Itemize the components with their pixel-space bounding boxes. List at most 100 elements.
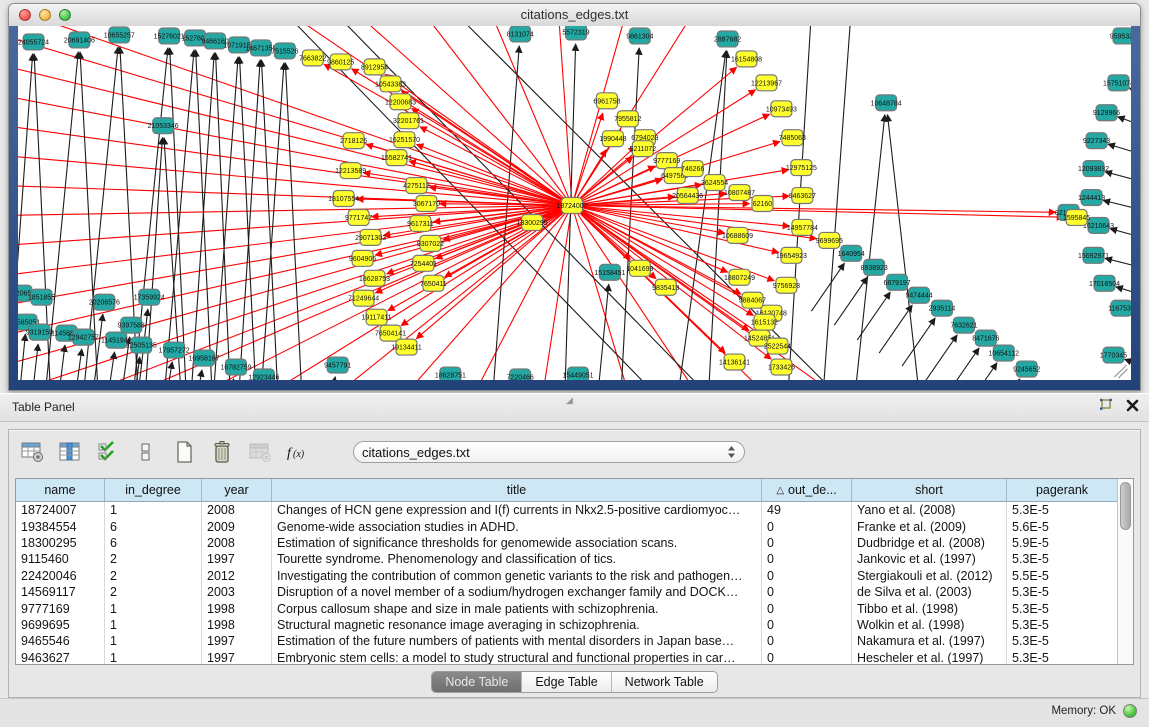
- delete-column-icon[interactable]: [209, 439, 235, 465]
- graph-node[interactable]: 2718126: [340, 133, 367, 149]
- graph-node[interactable]: 5572319: [562, 26, 589, 40]
- graph-node[interactable]: 19654923: [776, 247, 807, 263]
- graph-node[interactable]: 15449051: [562, 367, 593, 380]
- table-row[interactable]: 1830029562008Estimation of significance …: [16, 535, 1117, 551]
- graph-node[interactable]: 7663822: [299, 50, 326, 66]
- column-header-name[interactable]: name: [16, 479, 105, 501]
- graph-node[interactable]: 7254401: [410, 255, 437, 271]
- graph-node[interactable]: 12093832: [1078, 161, 1109, 177]
- table-row[interactable]: 911546021997Tourette syndrome. Phenomeno…: [16, 551, 1117, 567]
- graph-node[interactable]: 10655257: [104, 27, 135, 43]
- graph-node[interactable]: 9861304: [626, 28, 653, 44]
- column-header-short[interactable]: short: [852, 479, 1007, 501]
- table-row[interactable]: 1938455462009Genome-wide association stu…: [16, 518, 1117, 534]
- graph-node[interactable]: 3067170: [413, 196, 440, 212]
- graph-node[interactable]: 7955812: [614, 111, 641, 127]
- graph-node[interactable]: 1615132: [751, 314, 778, 330]
- column-header-year[interactable]: year: [202, 479, 272, 501]
- graph-node[interactable]: 9604906: [349, 250, 376, 266]
- graph-node[interactable]: 3624554: [701, 175, 728, 191]
- graph-node[interactable]: 1990448: [599, 131, 626, 147]
- graph-node[interactable]: 19117411: [362, 309, 392, 325]
- graph-node[interactable]: 19134411: [391, 339, 422, 355]
- graph-node[interactable]: 9463627: [789, 188, 816, 204]
- graph-node[interactable]: 8471676: [972, 330, 999, 346]
- column-header-in-degree[interactable]: in_degree: [105, 479, 202, 501]
- table-row[interactable]: 1872400712008Changes of HCN gene express…: [16, 502, 1117, 518]
- graph-node[interactable]: 12923446: [248, 369, 279, 380]
- tab-edge-table[interactable]: Edge Table: [522, 672, 611, 692]
- graph-node[interactable]: 9860125: [327, 54, 354, 70]
- graph-node[interactable]: 7515526: [271, 43, 298, 59]
- window-titlebar[interactable]: citations_edges.txt: [9, 4, 1140, 27]
- graph-node[interactable]: 10648784: [871, 95, 902, 111]
- vertical-scrollbar[interactable]: [1117, 479, 1133, 664]
- table-row[interactable]: 1456911722003Disruption of a novel membe…: [16, 584, 1117, 600]
- graph-node[interactable]: 1167534: [1108, 300, 1131, 316]
- graph-node[interactable]: 8912954: [361, 59, 388, 75]
- graph-node[interactable]: 7632621: [950, 317, 977, 333]
- tab-network-table[interactable]: Network Table: [612, 672, 717, 692]
- graph-node[interactable]: 16782759: [220, 359, 251, 375]
- graph-node[interactable]: 5211072: [629, 141, 656, 157]
- graph-node[interactable]: 9397588: [118, 317, 145, 333]
- graph-node[interactable]: 4275112: [403, 178, 430, 194]
- table-row[interactable]: 969969511998Structural magnetic resonanc…: [16, 617, 1117, 633]
- graph-node[interactable]: 10973493: [766, 101, 797, 117]
- graph-node[interactable]: 8131074: [507, 26, 534, 42]
- close-panel-icon[interactable]: [1126, 399, 1139, 417]
- graph-node[interactable]: 7650411: [420, 275, 447, 291]
- scrollbar-thumb[interactable]: [1120, 482, 1131, 530]
- graph-node[interactable]: 17359924: [134, 289, 165, 305]
- graph-node[interactable]: 2887682: [714, 31, 741, 47]
- graph-node[interactable]: 15276021: [154, 28, 185, 44]
- tab-node-table[interactable]: Node Table: [432, 672, 522, 692]
- graph-node[interactable]: 9319159: [26, 324, 53, 340]
- graph-node[interactable]: 7220466: [507, 369, 534, 380]
- graph-node[interactable]: 12975125: [786, 160, 817, 176]
- memory-ok-indicator-icon[interactable]: [1123, 704, 1137, 718]
- graph-node[interactable]: 1733426: [768, 359, 795, 375]
- graph-node[interactable]: 15158451: [594, 264, 625, 280]
- graph-node[interactable]: 16154808: [731, 51, 762, 67]
- toggle-rows-icon[interactable]: [133, 439, 159, 465]
- table-row[interactable]: 946362711997Embryonic stem cells: a mode…: [16, 650, 1117, 664]
- network-canvas[interactable]: 2405572420691406106552571527602115276029…: [18, 26, 1131, 380]
- graph-node[interactable]: 18628751: [435, 367, 466, 380]
- graph-node[interactable]: 9227343: [1083, 133, 1110, 149]
- column-chooser-icon[interactable]: [57, 439, 83, 465]
- function-builder-icon[interactable]: f(x): [285, 439, 311, 465]
- graph-node[interactable]: 14136141: [719, 354, 750, 370]
- table-row[interactable]: 946554611997Estimation of the future num…: [16, 633, 1117, 649]
- table-panel-titlebar[interactable]: ◢ Table Panel: [0, 393, 1149, 422]
- graph-node[interactable]: 1041699: [626, 260, 653, 276]
- float-panel-icon[interactable]: [1098, 398, 1114, 418]
- graph-node[interactable]: 9307022: [417, 235, 444, 251]
- graph-node[interactable]: 1640954: [838, 245, 865, 261]
- graph-node[interactable]: 20691406: [64, 32, 95, 48]
- column-header-out-de-[interactable]: △out_de...: [762, 479, 852, 501]
- table-row[interactable]: 977716911998Corpus callosum shape and si…: [16, 600, 1117, 616]
- table-selector-dropdown[interactable]: citations_edges.txt: [353, 441, 745, 463]
- graph-node[interactable]: 9835413: [652, 279, 679, 295]
- graph-node[interactable]: 15751074: [1103, 75, 1131, 91]
- graph-node[interactable]: 10654112: [989, 345, 1020, 361]
- graph-node[interactable]: 9777169: [653, 153, 680, 169]
- graph-node[interactable]: 1851855: [28, 289, 55, 305]
- graph-node[interactable]: 9756928: [773, 277, 800, 293]
- select-all-rows-icon[interactable]: [95, 439, 121, 465]
- graph-node[interactable]: 746266: [681, 161, 704, 177]
- graph-node[interactable]: 71249644: [348, 290, 379, 306]
- graph-node[interactable]: 17016504: [1089, 275, 1120, 291]
- graph-node[interactable]: 9129966: [1093, 105, 1120, 121]
- graph-node[interactable]: 7485063: [779, 130, 806, 146]
- canvas-resize-grip[interactable]: [1114, 365, 1127, 378]
- graph-node[interactable]: 12213967: [751, 75, 782, 91]
- table-row[interactable]: 2242004622012Investigating the contribut…: [16, 568, 1117, 584]
- graph-node[interactable]: 18628753: [359, 270, 390, 286]
- graph-node[interactable]: 2522544: [764, 338, 791, 354]
- new-column-icon[interactable]: [171, 439, 197, 465]
- graph-node[interactable]: 9617311: [407, 215, 434, 231]
- graph-node[interactable]: 9457791: [324, 357, 351, 373]
- graph-node[interactable]: 16251570: [389, 132, 420, 148]
